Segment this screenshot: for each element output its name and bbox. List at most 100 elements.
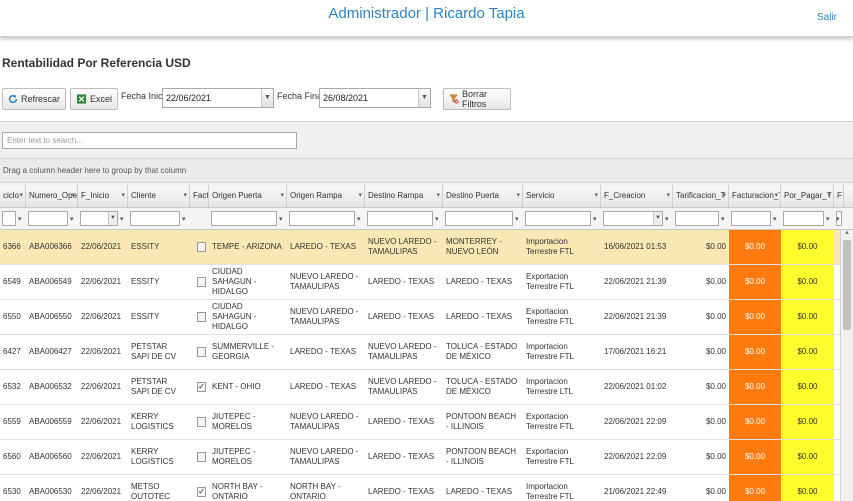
cell-factu	[190, 300, 209, 334]
filter-input-inicio[interactable]: ▼	[80, 211, 118, 226]
cell-destino-rampa: LAREDO - TEXAS	[368, 312, 435, 321]
filter-input-origen-puerta[interactable]	[211, 211, 277, 226]
filter-funnel-icon[interactable]: ▾	[721, 215, 725, 223]
filter-funnel-icon[interactable]: ▾	[436, 191, 440, 199]
filter-funnel-icon[interactable]: ▾	[435, 215, 439, 223]
group-panel[interactable]: Drag a column header here to group by th…	[0, 158, 853, 183]
filter-funnel-icon[interactable]: ▾	[836, 215, 840, 223]
filter-funnel-icon[interactable]: ▾	[665, 215, 669, 223]
column-header-inicio[interactable]: F_Inicio ▾	[78, 185, 128, 207]
refresh-button[interactable]: Refrescar	[2, 88, 66, 110]
cell-tarificacion: $0.00	[705, 312, 726, 321]
excel-button[interactable]: Excel	[70, 88, 118, 110]
filter-input-ciclo[interactable]	[2, 211, 16, 226]
column-header-cliente[interactable]: Cliente ▾	[128, 185, 190, 207]
filter-funnel-icon[interactable]: ▾	[280, 191, 284, 199]
filter-input-cliente[interactable]	[130, 211, 180, 226]
end-date-input[interactable]: 26/08/2021 ▼	[319, 88, 431, 108]
checkbox[interactable]	[197, 417, 206, 427]
filter-funnel-icon[interactable]: ▾	[120, 215, 124, 223]
filter-input-creacion[interactable]: ▼	[603, 211, 663, 226]
filter-funnel-icon[interactable]: ▾	[826, 215, 830, 223]
vertical-scrollbar[interactable]: ▲	[840, 230, 853, 501]
logout-link[interactable]: Salir	[817, 12, 837, 23]
cell-servicio: Exportacion Terrestre FTL	[526, 272, 575, 291]
filter-funnel-icon[interactable]: ▾	[722, 191, 726, 199]
filter-funnel-icon[interactable]: ▾	[774, 191, 778, 199]
cell-cliente: ESSITY	[131, 242, 160, 251]
column-header-origen-rampa[interactable]: Origen Rampa ▾	[287, 185, 365, 207]
filter-funnel-icon[interactable]: ▾	[515, 215, 519, 223]
checkbox-checked[interactable]: ✓	[197, 382, 206, 392]
cell-destino-puerta: PONTOON BEACH - ILLINOIS	[446, 447, 517, 466]
filter-funnel-icon[interactable]: ▾	[357, 215, 361, 223]
cell-factu	[190, 405, 209, 439]
column-header-numero[interactable]: Numero_Opera▾	[26, 185, 78, 207]
column-header-origen-puerta[interactable]: Origen Puerta ▾	[209, 185, 287, 207]
table-row[interactable]: 6559 ABA006559 22/06/2021 KERRY LOGISTICS JI…	[0, 405, 840, 440]
filter-input-tarificacion[interactable]	[675, 211, 719, 226]
filter-input-origen-rampa[interactable]	[289, 211, 355, 226]
column-header-destino-puerta[interactable]: Destino Puerta ▾	[443, 185, 523, 207]
filter-funnel-icon[interactable]: ▾	[358, 191, 362, 199]
filter-funnel-icon[interactable]: ▾	[666, 191, 670, 199]
chevron-down-icon[interactable]: ▼	[418, 89, 430, 107]
table-row[interactable]: 6366 ABA006366 22/06/2021 ESSITY TEMPE - ARI…	[0, 230, 840, 265]
column-header-destino-rampa[interactable]: Destino Rampa ▾	[365, 185, 443, 207]
column-header-extra[interactable]: F	[834, 185, 844, 207]
filter-funnel-icon[interactable]: ▾	[827, 191, 831, 199]
filter-funnel-icon[interactable]: ▾	[279, 215, 283, 223]
checkbox[interactable]	[197, 347, 206, 357]
checkbox[interactable]	[197, 452, 206, 462]
table-row[interactable]: 6550 ABA006550 22/06/2021 ESSITY CIUDAD SAHA…	[0, 300, 840, 335]
column-header-tarificacion[interactable]: Tarificacion_T ▾	[673, 185, 729, 207]
filter-input-por-pagar[interactable]	[783, 211, 824, 226]
column-header-servicio[interactable]: Servicio ▾	[523, 185, 601, 207]
cell-numero: ABA006366	[29, 242, 72, 251]
table-row[interactable]: 6427 ABA006427 22/06/2021 PETSTAR SAPI DE C…	[0, 335, 840, 370]
cell-origen-rampa: LAREDO - TEXAS	[290, 347, 357, 356]
table-row[interactable]: 6560 ABA006560 22/06/2021 KERRY LOGISTICS JI…	[0, 440, 840, 475]
column-header-creacion[interactable]: F_Creacion ▾	[601, 185, 673, 207]
filter-funnel-icon[interactable]: ▾	[773, 215, 777, 223]
checkbox[interactable]	[197, 312, 206, 322]
filter-funnel-icon[interactable]: ▾	[70, 215, 74, 223]
table-row[interactable]: 6549 ABA006549 22/06/2021 ESSITY CIUDAD SAHA…	[0, 265, 840, 300]
checkbox[interactable]	[197, 277, 206, 287]
column-header-factu[interactable]: Factu	[190, 185, 209, 207]
filter-funnel-icon[interactable]: ▾	[594, 191, 598, 199]
scroll-thumb[interactable]	[843, 240, 851, 330]
filter-funnel-icon[interactable]: ▾	[516, 191, 520, 199]
chevron-down-icon[interactable]: ▼	[653, 212, 662, 225]
filter-funnel-icon[interactable]: ▾	[593, 215, 597, 223]
table-row[interactable]: 6532 ABA006532 22/06/2021 PETSTAR SAPI DE C…	[0, 370, 840, 405]
cell-inicio: 22/06/2021	[81, 277, 122, 286]
checkbox-checked[interactable]: ✓	[197, 487, 206, 497]
table-row[interactable]: 6530 ABA006530 22/06/2021 METSO OUTOTEC ✓ NOR…	[0, 475, 840, 501]
cell-cliente: ESSITY	[131, 277, 160, 286]
filter-funnel-icon[interactable]: ▾	[183, 191, 187, 199]
filter-funnel-icon[interactable]: ▾	[71, 191, 75, 199]
column-header-por-pagar[interactable]: Por_Pagar_T ▾	[781, 185, 834, 207]
filter-input-destino-puerta[interactable]	[445, 211, 513, 226]
search-input[interactable]: Enter text to search...	[2, 132, 297, 149]
column-header-ciclo[interactable]: ciclo ▾	[0, 185, 26, 207]
filter-funnel-icon[interactable]: ▾	[18, 215, 22, 223]
column-header-facturacion[interactable]: Facturacion_T ▾	[729, 185, 781, 207]
clear-filters-button[interactable]: Borrar Filtros	[443, 88, 511, 110]
checkbox[interactable]	[197, 242, 206, 252]
filter-input-destino-rampa[interactable]	[367, 211, 433, 226]
cell-origen-rampa: NUEVO LAREDO - TAMAULIPAS	[290, 272, 359, 291]
filter-funnel-icon[interactable]: ▾	[19, 191, 23, 199]
filter-input-servicio[interactable]	[525, 211, 591, 226]
filter-input-facturacion[interactable]	[731, 211, 771, 226]
scroll-up-icon[interactable]: ▲	[844, 230, 850, 236]
start-date-value: 22/06/2021	[166, 93, 212, 103]
chevron-down-icon[interactable]: ▼	[261, 89, 273, 107]
start-date-input[interactable]: 22/06/2021 ▼	[162, 88, 274, 108]
filter-funnel-icon[interactable]: ▾	[121, 191, 125, 199]
cell-origen-puerta: SUMMERVILLE - GEORGIA	[212, 342, 275, 361]
filter-funnel-icon[interactable]: ▾	[182, 215, 186, 223]
filter-input-numero[interactable]	[28, 211, 68, 226]
chevron-down-icon[interactable]: ▼	[108, 212, 117, 225]
